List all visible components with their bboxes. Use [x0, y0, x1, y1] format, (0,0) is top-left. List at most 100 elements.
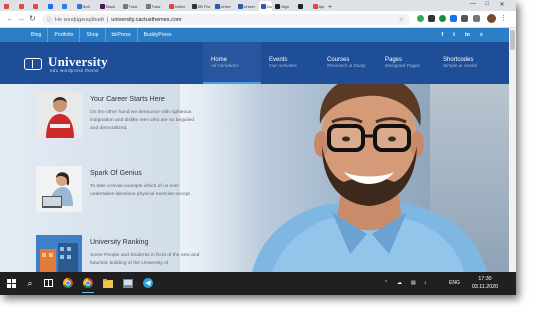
linkedin-icon[interactable]: in: [465, 32, 470, 38]
tab-favicon-icon: [260, 3, 266, 9]
address-bar[interactable]: ⓘ Не конфіденційний | university.cactust…: [42, 14, 410, 25]
search-icon[interactable]: ⌕: [480, 32, 483, 39]
back-icon[interactable]: ←: [6, 15, 14, 23]
explorer-icon[interactable]: [122, 277, 134, 289]
top-nav-buddypress[interactable]: BuddyPress: [136, 28, 178, 42]
volume-icon[interactable]: ♪: [424, 280, 427, 286]
page-scrollbar[interactable]: [509, 28, 516, 272]
browser-tab[interactable]: Api: [311, 1, 324, 11]
twitter-icon[interactable]: t: [453, 32, 455, 38]
maximize-button[interactable]: □: [482, 1, 492, 7]
nav-subtitle: Simple & Useful: [443, 64, 478, 69]
chrome-icon[interactable]: [82, 277, 94, 293]
feature-description: To take a trivial example which of us ev…: [90, 184, 192, 198]
feature-description: On the other hand we denounce with right…: [90, 110, 195, 132]
nav-item-pages[interactable]: Pages Designed Pages: [377, 42, 435, 84]
nav-item-shortcodes[interactable]: Shortcodes Simple & Useful: [435, 42, 493, 84]
top-nav-blog[interactable]: Blog: [26, 28, 47, 42]
top-nav: Blog Portfolio Shop bbPress BuddyPress: [26, 28, 178, 42]
chevron-up-icon[interactable]: ⌃: [384, 280, 388, 286]
search-icon[interactable]: ⌕: [24, 277, 36, 289]
feature-thumbnail-career: [36, 92, 82, 138]
nav-subtitle: Our Activities: [269, 64, 298, 69]
nav-title: Pages: [385, 57, 403, 63]
facebook-icon[interactable]: f: [441, 32, 443, 38]
reload-icon[interactable]: ↻: [29, 15, 36, 23]
browser-tab[interactable]: [46, 1, 60, 11]
browser-tab[interactable]: Univer: [236, 1, 258, 11]
windows-start-icon[interactable]: [5, 277, 17, 289]
browser-tab[interactable]: Ca: [258, 1, 272, 11]
extensions-puzzle-icon[interactable]: [461, 15, 468, 22]
browser-tab[interactable]: Unive: [213, 1, 235, 11]
new-tab-button[interactable]: +: [328, 4, 332, 11]
nav-item-home[interactable]: Home All Variations: [203, 42, 261, 84]
clock-date: 03.11.2020: [471, 284, 499, 290]
profile-avatar[interactable]: [487, 14, 496, 23]
minimize-button[interactable]: —: [468, 1, 478, 7]
browser-tab[interactable]: [296, 1, 310, 11]
extension-icon[interactable]: [473, 15, 480, 22]
tab-title: Tutor: [151, 3, 161, 9]
windows-taskbar: ⌕ ⌃ ☁ ▤ ♪ ENG 17:30 03.11.2020: [0, 272, 516, 295]
browser-tab[interactable]: Sign: [273, 1, 295, 11]
telegram-icon[interactable]: [142, 277, 154, 289]
tab-favicon-icon: [275, 3, 280, 9]
tab-title: Univer: [243, 3, 256, 9]
tab-title: Unive: [220, 3, 231, 9]
nav-title: Events: [269, 57, 288, 63]
taskbar-clock[interactable]: 17:30 03.11.2020: [470, 275, 500, 291]
nav-item-courses[interactable]: Courses Research & Study: [319, 42, 377, 84]
top-nav-bbpress[interactable]: bbPress: [104, 28, 137, 42]
tab-favicon-icon: [122, 3, 128, 9]
close-window-button[interactable]: ✕: [497, 1, 507, 8]
top-nav-shop[interactable]: Shop: [79, 28, 104, 42]
language-indicator[interactable]: ENG: [449, 280, 460, 286]
logo-tagline: edu wordpress theme: [50, 68, 99, 73]
feature-title[interactable]: University Ranking: [90, 239, 148, 246]
info-icon[interactable]: ⓘ: [47, 16, 52, 23]
task-view-icon[interactable]: [42, 277, 54, 289]
nav-title: Home: [211, 57, 228, 63]
extension-icon[interactable]: [450, 15, 457, 22]
browser-tab[interactable]: Tutor: [121, 1, 143, 11]
browser-tab[interactable]: Slack: [98, 1, 120, 11]
files-icon[interactable]: [102, 277, 114, 289]
bookmark-star-icon[interactable]: ☆: [399, 16, 404, 23]
browser-tab-strip: Noti Slack Tutor Tutor InWor SB Pro Unive Unive…: [0, 0, 516, 11]
feature-thumbnail-genius: [36, 166, 82, 212]
browser-tab[interactable]: [60, 1, 74, 11]
tab-favicon-icon: [62, 3, 67, 9]
tab-favicon-icon: [237, 3, 243, 9]
site-header: University edu wordpress theme Home All …: [0, 42, 516, 84]
nav-item-events[interactable]: Events Our Activities: [261, 42, 319, 84]
feature-title[interactable]: Spark Of Genius: [90, 170, 142, 177]
browser-tab[interactable]: InWor: [167, 1, 189, 11]
browser-tab[interactable]: [17, 1, 31, 11]
nav-subtitle: All Variations: [211, 64, 239, 69]
browser-tab[interactable]: [31, 1, 45, 11]
tab-favicon-icon: [33, 3, 38, 9]
extension-icon[interactable]: [439, 15, 446, 22]
feature-description: Some People and Students in front of the…: [90, 253, 200, 267]
scrollbar-thumb[interactable]: [510, 30, 515, 50]
logo-book-icon[interactable]: [24, 58, 42, 70]
chrome-menu-icon[interactable]: ⋮: [500, 14, 507, 22]
browser-tab[interactable]: SB Pro: [190, 1, 212, 11]
tab-favicon-icon: [298, 3, 303, 9]
browser-tab[interactable]: Noti: [75, 1, 97, 11]
hero-man-photo: [252, 84, 487, 272]
browser-tab[interactable]: [2, 1, 16, 11]
feature-title[interactable]: Your Career Starts Here: [90, 96, 165, 103]
top-nav-portfolio[interactable]: Portfolio: [47, 28, 79, 42]
chrome-icon[interactable]: [62, 277, 74, 289]
browser-tab[interactable]: Tutor: [144, 1, 166, 11]
tab-title: Noti: [82, 3, 90, 9]
extension-icon[interactable]: [428, 15, 435, 22]
tab-title: Ca: [266, 3, 272, 9]
tab-favicon-icon: [76, 3, 82, 9]
extension-icon[interactable]: [417, 15, 424, 22]
forward-icon[interactable]: →: [17, 15, 25, 23]
network-icon[interactable]: ▤: [411, 280, 416, 286]
cloud-icon[interactable]: ☁: [397, 280, 402, 286]
